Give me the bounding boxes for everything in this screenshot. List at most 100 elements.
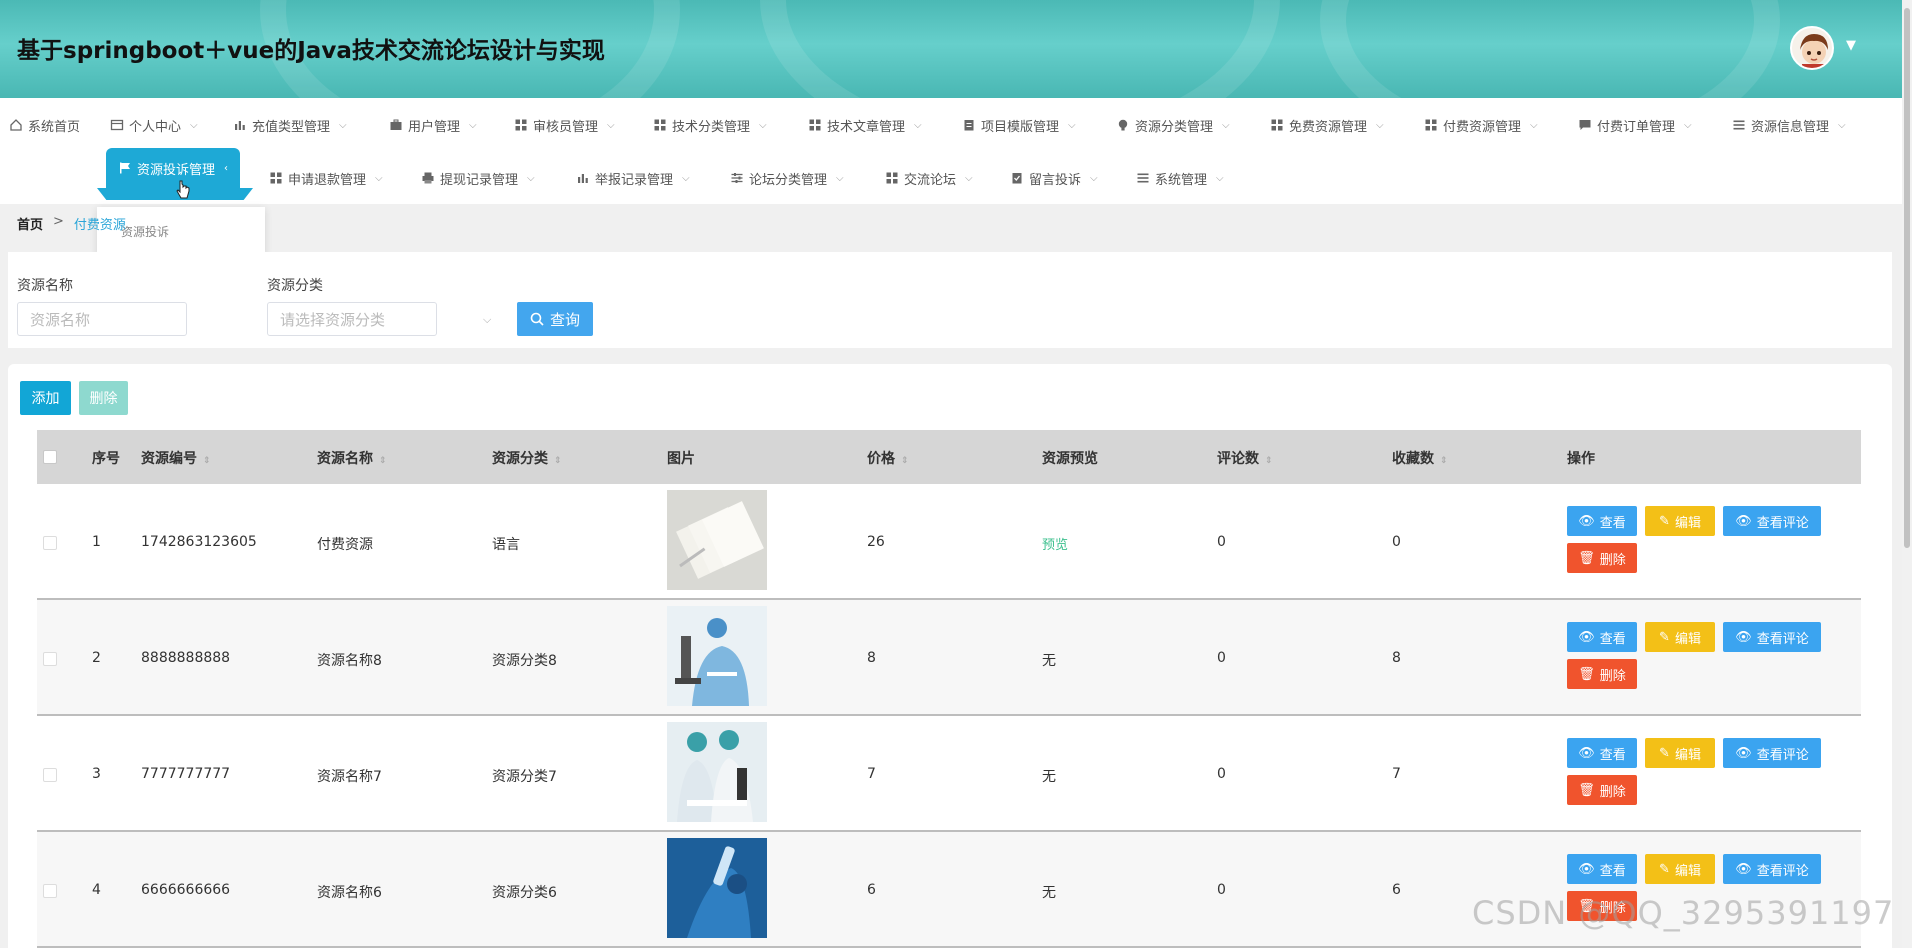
- dropdown-item-resource-complaint[interactable]: 资源投诉: [121, 223, 169, 240]
- nav-item-row1-3[interactable]: 用户管理 ⌵: [389, 110, 477, 140]
- nav-item-label: 交流论坛: [904, 172, 957, 188]
- resource-thumbnail[interactable]: [667, 606, 767, 706]
- th-category[interactable]: 资源分类 ⇕: [492, 448, 562, 468]
- batch-delete-button[interactable]: 删除: [79, 381, 128, 415]
- nav-item-row2-3[interactable]: 举报记录管理 ⌵: [576, 163, 690, 193]
- resource-thumbnail[interactable]: [667, 490, 767, 590]
- nav-item-row1-6[interactable]: 技术文章管理 ⌵: [808, 110, 922, 140]
- sort-icon[interactable]: ⇕: [1265, 456, 1273, 466]
- chevron-down-icon: ⌵: [607, 119, 615, 131]
- add-button[interactable]: 添加: [20, 381, 71, 415]
- resource-thumbnail[interactable]: [667, 838, 767, 938]
- sort-icon[interactable]: ⇕: [379, 456, 387, 466]
- nav-item-label: 留言投诉: [1029, 172, 1082, 188]
- nav-item-row2-6[interactable]: 留言投诉 ⌵: [1010, 163, 1098, 193]
- cell-comments: 0: [1217, 882, 1226, 898]
- nav-item-row2-1[interactable]: 申请退款管理 ⌵: [269, 163, 383, 193]
- breadcrumb-home[interactable]: 首页: [17, 214, 43, 233]
- th-name-label: 资源名称: [317, 451, 373, 467]
- nav-item-row2-2[interactable]: 提现记录管理 ⌵: [421, 163, 535, 193]
- th-price[interactable]: 价格 ⇕: [867, 448, 909, 468]
- nav-item-label: 资源投诉管理: [137, 162, 216, 178]
- cell-price: 8: [867, 650, 876, 666]
- th-preview: 资源预览: [1042, 451, 1098, 467]
- nav-item-row1-0[interactable]: 系统首页: [9, 110, 80, 140]
- grid-icon: [1425, 119, 1437, 131]
- nav-item-row2-4[interactable]: 论坛分类管理 ⌵: [730, 163, 844, 193]
- sort-icon[interactable]: ⇕: [901, 456, 909, 466]
- resource-thumbnail[interactable]: [667, 722, 767, 822]
- th-code[interactable]: 资源编号 ⇕: [141, 448, 211, 468]
- briefcase-icon: [390, 119, 402, 130]
- avatar-menu-chevron-icon[interactable]: ▼: [1846, 38, 1856, 53]
- row-checkbox[interactable]: [43, 536, 57, 550]
- th-name[interactable]: 资源名称 ⇕: [317, 448, 387, 468]
- nav-item-label: 技术文章管理: [827, 119, 906, 135]
- nav-item-label: 免费资源管理: [1289, 119, 1368, 135]
- cell-code: 6666666666: [141, 882, 231, 898]
- grid-icon: [1271, 119, 1283, 131]
- nav-item-row1-8[interactable]: 资源分类管理 ⌵: [1116, 110, 1230, 140]
- nav-item-row1-11[interactable]: 付费订单管理 ⌵: [1578, 110, 1692, 140]
- row-checkbox[interactable]: [43, 652, 57, 666]
- nav-item-label: 系统首页: [28, 119, 81, 135]
- delete-button[interactable]: 🗑 删除: [1567, 659, 1637, 689]
- sliders-icon: [731, 173, 743, 183]
- view-comments-button[interactable]: 👁 查看评论: [1723, 854, 1821, 884]
- nav-item-row1-4[interactable]: 审核员管理 ⌵: [514, 110, 615, 140]
- cell-name: 资源名称6: [317, 885, 382, 901]
- row-checkbox[interactable]: [43, 768, 57, 782]
- nav-item-row1-7[interactable]: 项目模版管理 ⌵: [962, 110, 1076, 140]
- resource-name-input[interactable]: 资源名称: [17, 302, 187, 336]
- nav-item-row2-0[interactable]: 资源投诉管理 ‹: [106, 148, 241, 188]
- nav-item-row1-9[interactable]: 免费资源管理 ⌵: [1270, 110, 1384, 140]
- view-comments-button[interactable]: 👁 查看评论: [1723, 738, 1821, 768]
- view-button[interactable]: 👁 查看: [1567, 506, 1637, 536]
- nav-item-row2-5[interactable]: 交流论坛 ⌵: [885, 163, 973, 193]
- resource-name-label: 资源名称: [17, 278, 73, 294]
- th-favorites[interactable]: 收藏数 ⇕: [1392, 448, 1448, 468]
- view-comments-button[interactable]: 👁 查看评论: [1723, 506, 1821, 536]
- edit-button[interactable]: ✎ 编辑: [1645, 622, 1715, 652]
- nav-item-row1-12[interactable]: 资源信息管理 ⌵: [1732, 110, 1846, 140]
- th-comments[interactable]: 评论数 ⇕: [1217, 448, 1273, 468]
- eye-icon: 👁: [1735, 629, 1752, 645]
- edit-button[interactable]: ✎ 编辑: [1645, 506, 1715, 536]
- edit-icon: ✎: [1659, 745, 1670, 761]
- print-icon: [422, 172, 434, 184]
- view-comments-button[interactable]: 👁 查看评论: [1723, 622, 1821, 652]
- delete-button[interactable]: 🗑 删除: [1567, 543, 1637, 573]
- avatar[interactable]: [1790, 26, 1834, 70]
- active-tab-base: [97, 188, 253, 200]
- eye-icon: 👁: [1735, 513, 1752, 529]
- select-chevron-down-icon[interactable]: ⌵: [483, 313, 491, 327]
- edit-button[interactable]: ✎ 编辑: [1645, 854, 1715, 884]
- view-button[interactable]: 👁 查看: [1567, 622, 1637, 652]
- nav-item-row1-1[interactable]: 个人中心 ⌵: [110, 110, 198, 140]
- edit-button-label: 编辑: [1674, 515, 1701, 531]
- breadcrumb-separator: >: [53, 214, 64, 229]
- query-button[interactable]: 查询: [517, 302, 593, 336]
- chevron-down-icon: ⌵: [1216, 172, 1224, 184]
- row-checkbox[interactable]: [43, 884, 57, 898]
- resource-category-select[interactable]: 请选择资源分类: [267, 302, 437, 336]
- nav-item-row1-2[interactable]: 充值类型管理 ⌵: [233, 110, 347, 140]
- chevron-down-icon: ⌵: [1684, 119, 1692, 131]
- view-button-label: 查看: [1599, 863, 1626, 879]
- view-button[interactable]: 👁 查看: [1567, 738, 1637, 768]
- cell-index: 1: [92, 534, 101, 550]
- nav-item-row1-10[interactable]: 付费资源管理 ⌵: [1424, 110, 1538, 140]
- nav-item-row1-5[interactable]: 技术分类管理 ⌵: [653, 110, 767, 140]
- cell-index: 2: [92, 650, 101, 666]
- delete-button[interactable]: 🗑 删除: [1567, 775, 1637, 805]
- edit-button[interactable]: ✎ 编辑: [1645, 738, 1715, 768]
- sort-icon[interactable]: ⇕: [203, 456, 211, 466]
- sort-icon[interactable]: ⇕: [1440, 456, 1448, 466]
- table-row: 3 7777777777 资源名称7 资源分类7 7 无 0 7 👁 查看 ✎ 编辑 👁 查看评论 🗑 删除: [37, 716, 1861, 832]
- cell-preview[interactable]: 预览: [1042, 534, 1068, 553]
- scrollbar-thumb[interactable]: [1904, 8, 1910, 548]
- nav-item-row2-7[interactable]: 系统管理 ⌵: [1136, 163, 1224, 193]
- view-button[interactable]: 👁 查看: [1567, 854, 1637, 884]
- select-all-checkbox[interactable]: [43, 450, 57, 464]
- sort-icon[interactable]: ⇕: [554, 456, 562, 466]
